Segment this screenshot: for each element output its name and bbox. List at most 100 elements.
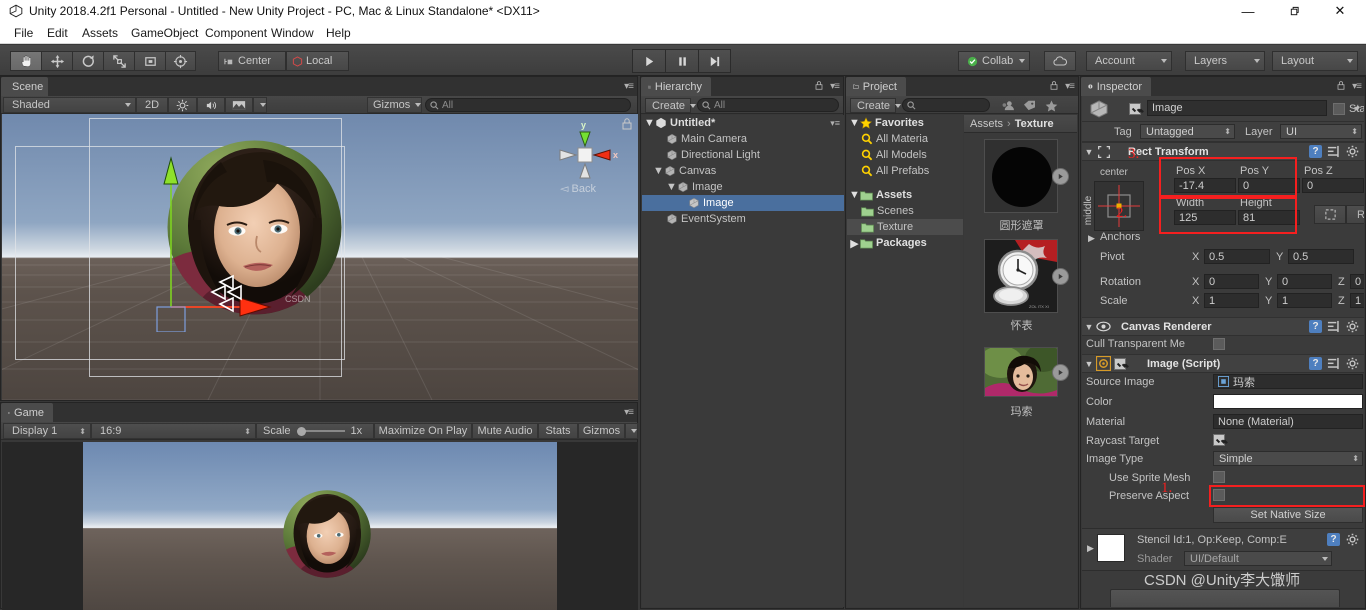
help-icon[interactable]: ? — [1327, 533, 1340, 546]
hierarchy-create-button[interactable]: Create — [645, 98, 691, 113]
effects-dropdown[interactable] — [253, 97, 267, 113]
tab-inspector[interactable]: Inspector — [1081, 77, 1151, 96]
image-script-enabled-checkbox[interactable] — [1114, 358, 1126, 370]
hierarchy-item-canvas[interactable]: ▼ Canvas — [642, 163, 844, 179]
project-tree-all-models[interactable]: All Models — [847, 147, 963, 163]
filter-by-label-button[interactable] — [1018, 98, 1040, 113]
help-icon[interactable]: ? — [1309, 320, 1322, 333]
scale-slider[interactable]: Scale 1x — [256, 423, 374, 439]
pivot-y-input[interactable]: 0.5 — [1288, 249, 1354, 264]
pos-y-input[interactable]: 0 — [1238, 178, 1300, 193]
hierarchy-item-image-parent[interactable]: ▼ Image — [642, 179, 844, 195]
add-component-button[interactable] — [1110, 589, 1340, 607]
blueprint-mode-button[interactable] — [1314, 205, 1346, 224]
move-tool-button[interactable] — [41, 51, 72, 71]
filter-by-type-button[interactable] — [996, 98, 1018, 113]
maximize-on-play-toggle[interactable]: Maximize On Play — [374, 423, 472, 439]
asset-preview-play-badge[interactable] — [1052, 268, 1069, 285]
scale-y-input[interactable]: 1 — [1277, 293, 1332, 308]
tab-scene[interactable]: Scene — [1, 77, 48, 96]
lighting-toggle-button[interactable] — [168, 97, 197, 113]
project-tree-all-materials[interactable]: All Materia — [847, 131, 963, 147]
source-image-field[interactable]: 玛索 — [1213, 374, 1363, 389]
audio-toggle-button[interactable] — [197, 97, 225, 113]
transform-tool-button[interactable] — [165, 51, 196, 71]
rotation-y-input[interactable]: 0 — [1277, 274, 1332, 289]
2d-toggle-button[interactable]: 2D — [136, 97, 168, 113]
rotation-x-input[interactable]: 0 — [1204, 274, 1259, 289]
mute-audio-toggle[interactable]: Mute Audio — [472, 423, 538, 439]
image-type-dropdown[interactable]: Simple ⬍ — [1213, 451, 1363, 466]
gear-icon[interactable] — [1346, 145, 1359, 158]
preset-icon[interactable] — [1327, 357, 1340, 370]
effects-toggle-button[interactable] — [225, 97, 253, 113]
menu-component[interactable]: Component — [199, 25, 273, 41]
foldout-closed-icon[interactable]: ▶ — [1087, 543, 1094, 554]
foldout-open-icon[interactable]: ▼ — [653, 163, 664, 179]
pause-button[interactable] — [665, 49, 698, 73]
use-sprite-mesh-checkbox[interactable] — [1213, 471, 1225, 483]
hierarchy-item-image-selected[interactable]: Image — [642, 195, 844, 211]
tab-game[interactable]: Game — [1, 403, 53, 422]
scene-lock-icon[interactable] — [622, 118, 632, 130]
width-input[interactable]: 125 — [1174, 210, 1236, 225]
cull-transparent-checkbox[interactable] — [1213, 338, 1225, 350]
step-button[interactable] — [698, 49, 731, 73]
pivot-mode-button[interactable]: Center — [218, 51, 286, 71]
foldout-open-icon[interactable]: ▼ — [666, 179, 677, 195]
help-icon[interactable]: ? — [1309, 145, 1322, 158]
foldout-closed-icon[interactable]: ▶ — [849, 235, 860, 251]
asset-preview-play-badge[interactable] — [1052, 364, 1069, 381]
set-native-size-button[interactable]: Set Native Size — [1213, 507, 1363, 523]
scale-z-input[interactable]: 1 — [1350, 293, 1364, 308]
project-tree[interactable]: ▼ Favorites All Materia All Models All P… — [847, 115, 963, 607]
project-tree-scenes[interactable]: Scenes — [847, 203, 963, 219]
raw-edit-mode-button[interactable]: R — [1346, 205, 1364, 224]
foldout-open-icon[interactable]: ▼ — [644, 115, 655, 131]
hierarchy-scene-root[interactable]: ▼ Untitled* ▾≡ — [642, 115, 844, 131]
tab-project[interactable]: Project — [846, 77, 906, 96]
move-gizmo[interactable] — [142, 142, 382, 332]
menu-edit[interactable]: Edit — [41, 25, 74, 41]
hierarchy-item-eventsystem[interactable]: EventSystem — [642, 211, 844, 227]
hierarchy-search-input[interactable]: All — [697, 98, 839, 112]
scale-x-input[interactable]: 1 — [1204, 293, 1259, 308]
game-panel-menu[interactable]: ▾≡ — [624, 407, 633, 418]
image-script-header[interactable]: ▼ Image (Script) ? — [1082, 354, 1364, 373]
pos-x-input[interactable]: -17.4 — [1174, 178, 1236, 193]
gear-icon[interactable] — [1346, 533, 1359, 546]
game-gizmos-toggle[interactable]: Gizmos — [578, 423, 625, 439]
breadcrumb-assets[interactable]: Assets — [970, 118, 1003, 130]
project-create-button[interactable]: Create — [850, 98, 896, 113]
preset-icon[interactable] — [1327, 145, 1340, 158]
shading-mode-dropdown[interactable]: Shaded — [3, 97, 136, 113]
project-panel-menu[interactable]: ▾≡ — [1065, 81, 1074, 92]
play-button[interactable] — [632, 49, 665, 73]
gizmos-dropdown[interactable]: Gizmos — [367, 97, 422, 113]
hierarchy-panel-menu[interactable]: ▾≡ — [830, 81, 839, 92]
static-checkbox[interactable] — [1333, 103, 1345, 115]
hand-tool-button[interactable] — [10, 51, 41, 71]
hierarchy-tree[interactable]: ▼ Untitled* ▾≡ Main Camera Directional L… — [642, 115, 844, 607]
gear-icon[interactable] — [1346, 357, 1359, 370]
hierarchy-item-directional-light[interactable]: Directional Light — [642, 147, 844, 163]
scale-tool-button[interactable] — [103, 51, 134, 71]
hierarchy-lock-icon[interactable] — [815, 81, 823, 90]
rect-transform-header[interactable]: ▼ Rect Transform ? — [1082, 142, 1364, 161]
foldout-open-icon[interactable]: ▼ — [1082, 322, 1096, 332]
foldout-closed-icon[interactable]: ▶ — [1088, 233, 1095, 244]
account-button[interactable]: Account — [1086, 51, 1172, 71]
game-gizmos-dropdown[interactable] — [625, 423, 638, 439]
scene-search-input[interactable]: All — [425, 98, 631, 112]
gear-icon[interactable] — [1346, 320, 1359, 333]
rect-tool-button[interactable] — [134, 51, 165, 71]
cloud-button[interactable] — [1044, 51, 1076, 71]
raycast-target-checkbox[interactable] — [1213, 434, 1225, 446]
project-asset-grid[interactable]: Assets › Texture 圆形遮罩 — [964, 115, 1077, 607]
favorite-button[interactable] — [1040, 98, 1062, 113]
preset-icon[interactable] — [1327, 320, 1340, 333]
menu-window[interactable]: Window — [265, 25, 320, 41]
rotation-z-input[interactable]: 0 — [1350, 274, 1364, 289]
project-tree-texture[interactable]: Texture — [847, 219, 963, 235]
preserve-aspect-checkbox[interactable] — [1213, 489, 1225, 501]
